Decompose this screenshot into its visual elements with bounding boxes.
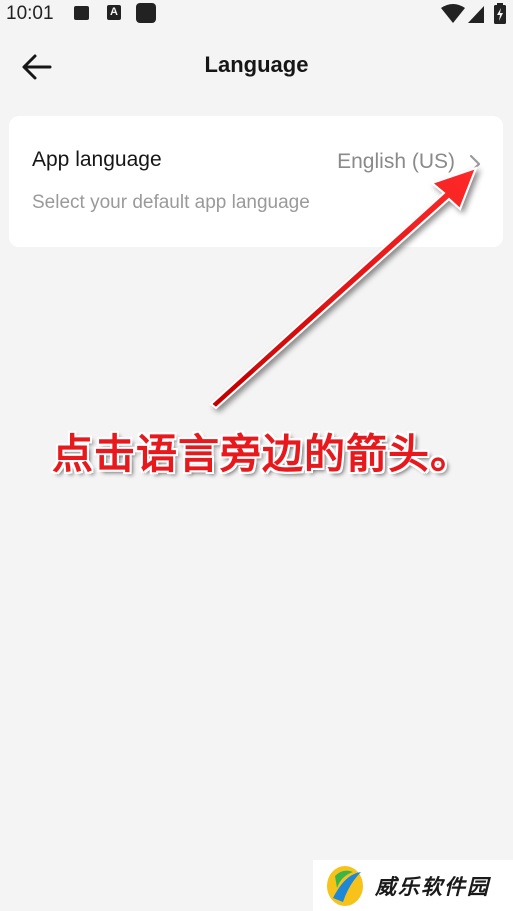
page-title: Language [204,52,309,77]
annotation-caption: 点击语言旁边的箭头。 [52,430,472,478]
status-time: 10:01 [6,3,54,24]
image-icon [74,6,89,20]
status-bar: 10:01 A [0,0,513,30]
app-language-label: App language [32,148,162,171]
watermark: 威乐软件园 [313,860,513,911]
square-icon [136,3,156,23]
app-language-value: English (US) [337,150,455,173]
app-language-description: Select your default app language [32,192,310,213]
watermark-logo-icon [327,865,363,906]
wifi-icon [441,4,465,23]
chevron-right-icon[interactable] [467,153,483,175]
app-header: Language [0,30,513,102]
app-language-card[interactable]: App language English (US) Select your de… [9,116,503,247]
signal-icon [468,6,484,23]
text-a-icon: A [107,5,121,20]
battery-charging-icon [494,3,506,24]
watermark-text: 威乐软件园 [375,874,490,899]
